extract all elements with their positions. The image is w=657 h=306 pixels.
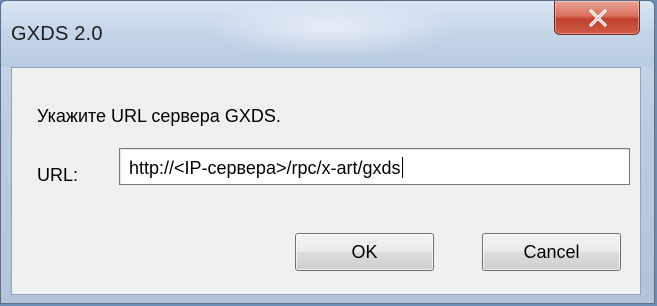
title-bar[interactable]: GXDS 2.0: [1, 1, 654, 67]
url-label: URL:: [37, 165, 79, 185]
url-text: http://<IP-сервера>/rpc/x-art/gxds: [129, 158, 401, 178]
url-input-value: http://<IP-сервера>/rpc/x-art/gxds: [129, 157, 403, 179]
prompt-text: Укажите URL сервера GXDS.: [37, 106, 281, 126]
text-caret: [401, 157, 403, 178]
cancel-button[interactable]: Cancel: [482, 233, 621, 271]
close-button[interactable]: [554, 1, 640, 35]
dialog-content: Укажите URL сервера GXDS. URL: http://<I…: [11, 67, 641, 295]
dialog-window: GXDS 2.0 Укажите URL сервера GXDS. URL: …: [0, 0, 655, 304]
close-x-icon: [589, 9, 607, 27]
window-title: GXDS 2.0: [11, 23, 103, 45]
url-input[interactable]: http://<IP-сервера>/rpc/x-art/gxds: [119, 148, 630, 185]
ok-button[interactable]: OK: [295, 233, 434, 271]
